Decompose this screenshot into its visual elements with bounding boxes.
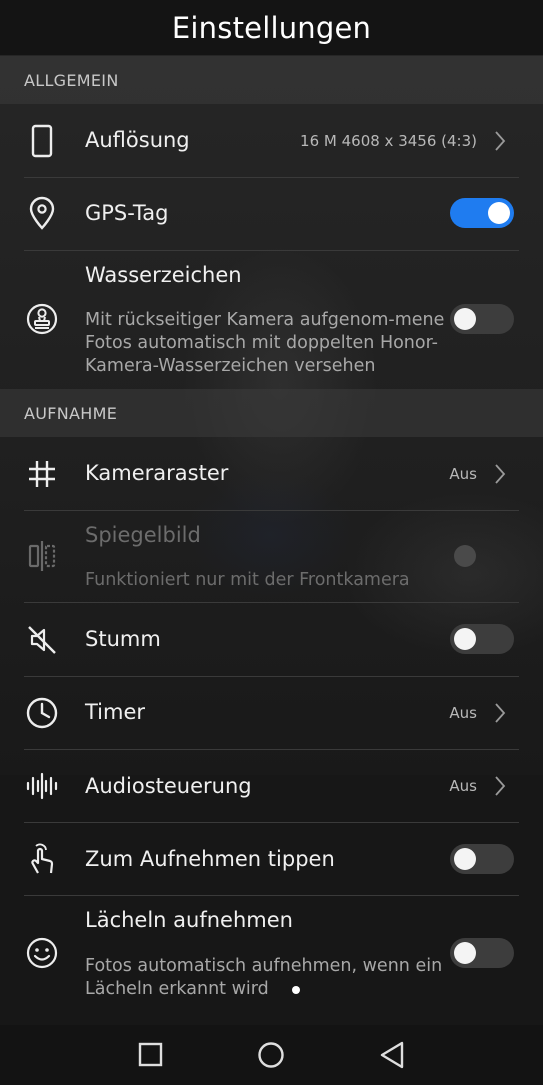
- section-header-capture: AUFNAHME: [0, 389, 543, 437]
- setting-tap-to-capture[interactable]: Zum Aufnehmen tippen: [0, 823, 543, 895]
- setting-timer-value: Aus: [449, 704, 477, 722]
- chevron-right-icon: [495, 776, 506, 796]
- toggle-knob: [454, 308, 476, 330]
- setting-watermark-label: Wasserzeichen: [85, 263, 242, 287]
- triangle-back-icon[interactable]: [374, 1038, 410, 1072]
- setting-mirror: Spiegelbild Funktioniert nur mit der Fro…: [0, 511, 543, 602]
- setting-gps-tag[interactable]: GPS-Tag: [0, 178, 543, 250]
- setting-camera-grid-value: Aus: [449, 465, 477, 483]
- setting-smile-capture-label: Lächeln aufnehmen: [85, 908, 293, 932]
- sound-wave-icon: [24, 768, 60, 804]
- setting-camera-grid[interactable]: Kameraraster Aus: [0, 437, 543, 510]
- setting-audio-control[interactable]: Audiosteuerung Aus: [0, 750, 543, 823]
- chevron-right-icon: [495, 131, 506, 151]
- mute-speaker-icon: [24, 622, 60, 658]
- setting-resolution-value: 16 M 4608 x 3456 (4:3): [300, 132, 477, 150]
- stamp-icon: [24, 301, 60, 337]
- page-title: Einstellungen: [0, 0, 543, 55]
- mirror-icon: [24, 538, 60, 574]
- toggle-knob: [454, 942, 476, 964]
- grid-hash-icon: [24, 456, 60, 492]
- setting-watermark-description: Mit rückseitiger Kamera aufgenom-mene Fo…: [85, 310, 445, 376]
- touch-indicator-dot: [292, 986, 300, 994]
- chevron-right-icon: [495, 464, 506, 484]
- tap-to-capture-toggle[interactable]: [450, 844, 514, 874]
- setting-timer-label: Timer: [85, 700, 146, 724]
- setting-camera-grid-label: Kameraraster: [85, 461, 229, 485]
- chevron-right-icon: [495, 703, 506, 723]
- smiley-icon: [24, 935, 60, 971]
- setting-gps-tag-label: GPS-Tag: [85, 201, 169, 225]
- setting-mirror-label: Spiegelbild: [85, 523, 201, 547]
- toggle-knob: [454, 848, 476, 870]
- camera-settings-screen: Einstellungen ALLGEMEIN Auflösung 16 M 4…: [0, 0, 543, 1085]
- mute-toggle[interactable]: [450, 624, 514, 654]
- smile-capture-toggle[interactable]: [450, 938, 514, 968]
- section-header-general: ALLGEMEIN: [0, 56, 543, 104]
- setting-timer[interactable]: Timer Aus: [0, 677, 543, 749]
- toggle-knob: [488, 202, 510, 224]
- watermark-toggle[interactable]: [450, 304, 514, 334]
- setting-mute-label: Stumm: [85, 627, 161, 651]
- toggle-knob: [454, 545, 476, 567]
- setting-tap-to-capture-label: Zum Aufnehmen tippen: [85, 847, 335, 871]
- setting-smile-capture-description: Fotos automatisch aufnehmen, wenn ein Lä…: [85, 956, 443, 999]
- setting-mirror-description: Funktioniert nur mit der Frontkamera: [85, 570, 410, 590]
- setting-resolution-label: Auflösung: [85, 128, 190, 152]
- touch-hand-icon: [24, 841, 60, 877]
- phone-outline-icon: [24, 123, 60, 159]
- setting-mute[interactable]: Stumm: [0, 603, 543, 676]
- setting-watermark[interactable]: Wasserzeichen Mit rückseitiger Kamera au…: [0, 251, 543, 387]
- gps-tag-toggle[interactable]: [450, 198, 514, 228]
- setting-smile-capture[interactable]: Lächeln aufnehmen Fotos automatisch aufn…: [0, 896, 543, 1016]
- setting-audio-control-value: Aus: [449, 777, 477, 795]
- clock-icon: [24, 695, 60, 731]
- system-navigation-bar: [0, 1025, 543, 1085]
- mirror-toggle: [450, 541, 514, 571]
- location-pin-icon: [24, 196, 60, 232]
- square-recents-icon[interactable]: [132, 1038, 168, 1072]
- setting-audio-control-label: Audiosteuerung: [85, 774, 252, 798]
- toggle-knob: [454, 628, 476, 650]
- circle-home-icon[interactable]: [253, 1038, 289, 1072]
- setting-resolution[interactable]: Auflösung 16 M 4608 x 3456 (4:3): [0, 104, 543, 178]
